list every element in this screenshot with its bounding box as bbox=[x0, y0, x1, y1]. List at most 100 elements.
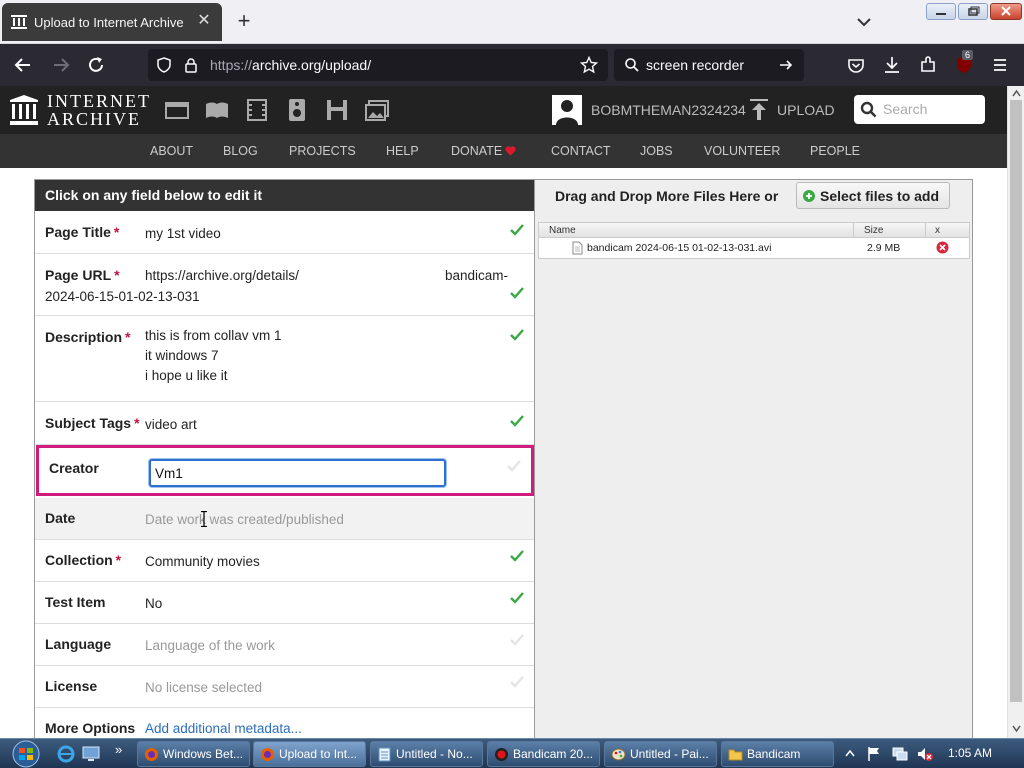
taskbar-task-paint[interactable]: Untitled - Pai... bbox=[604, 741, 717, 767]
window-minimize-button[interactable] bbox=[926, 3, 956, 20]
reload-icon[interactable] bbox=[85, 54, 107, 76]
select-files-button[interactable]: Select files to add bbox=[796, 182, 950, 209]
url-text[interactable]: https://archive.org/upload/ bbox=[210, 57, 371, 73]
subject-tags-value[interactable]: video art bbox=[145, 417, 197, 432]
tab-close-icon[interactable]: ✕ bbox=[194, 11, 214, 31]
downloads-icon[interactable] bbox=[881, 54, 903, 76]
nav-donate[interactable]: DONATE bbox=[451, 144, 502, 158]
test-item-value[interactable]: No bbox=[145, 596, 162, 611]
field-page-title[interactable]: Page Title * my 1st video bbox=[35, 211, 534, 254]
page-title-value[interactable]: my 1st video bbox=[145, 226, 221, 241]
license-placeholder[interactable]: No license selected bbox=[145, 680, 262, 695]
field-license[interactable]: License No license selected bbox=[35, 666, 534, 708]
ublock-extension-button[interactable]: 6 bbox=[953, 50, 977, 78]
column-header-size[interactable]: Size bbox=[864, 225, 883, 236]
field-description[interactable]: Description * this is from collav vm 1 it… bbox=[35, 316, 534, 402]
column-divider bbox=[853, 223, 854, 238]
taskbar-task-bandicam-folder[interactable]: Bandicam bbox=[721, 741, 834, 767]
field-creator[interactable]: Creator bbox=[36, 445, 534, 496]
username[interactable]: BOBMTHEMAN2324234 bbox=[591, 102, 746, 118]
page-scrollbar[interactable] bbox=[1007, 86, 1024, 738]
field-collection[interactable]: Collection * Community movies bbox=[35, 540, 534, 582]
tracking-shield-icon[interactable] bbox=[156, 57, 172, 73]
browser-search-bar[interactable]: screen recorder bbox=[614, 49, 804, 81]
nav-projects[interactable]: PROJECTS bbox=[289, 144, 356, 158]
archive-logo-icon[interactable] bbox=[9, 95, 39, 125]
field-language[interactable]: Language Language of the work bbox=[35, 624, 534, 666]
scroll-up-arrow-icon[interactable] bbox=[1012, 89, 1021, 98]
column-header-name[interactable]: Name bbox=[549, 225, 576, 236]
go-arrow-icon[interactable] bbox=[778, 57, 794, 73]
new-tab-button[interactable]: + bbox=[232, 10, 256, 34]
file-table: Name Size x bandicam 2024-06-15 01-02-13… bbox=[538, 222, 970, 259]
field-test-item[interactable]: Test Item No bbox=[35, 582, 534, 624]
add-metadata-link[interactable]: Add additional metadata... bbox=[145, 721, 302, 736]
field-date[interactable]: Date Date work was created/published bbox=[35, 498, 534, 540]
site-header: INTERNET ARCHIVE BOBMTHEMAN2324234 UPLOA… bbox=[0, 86, 1007, 134]
window-close-button[interactable] bbox=[990, 3, 1022, 20]
show-desktop-icon[interactable] bbox=[82, 745, 100, 763]
window-restore-button[interactable] bbox=[958, 3, 988, 20]
web-media-icon[interactable] bbox=[164, 98, 190, 122]
audio-speaker-icon[interactable] bbox=[284, 98, 310, 122]
field-page-url[interactable]: Page URL * https://archive.org/details/ b… bbox=[35, 254, 534, 316]
lock-icon[interactable] bbox=[184, 57, 198, 73]
nav-about[interactable]: ABOUT bbox=[150, 144, 193, 158]
creator-input[interactable] bbox=[149, 459, 446, 487]
task-label: Bandicam bbox=[747, 747, 801, 761]
nav-people[interactable]: PEOPLE bbox=[810, 144, 860, 158]
software-disk-icon[interactable] bbox=[324, 98, 350, 122]
hamburger-menu-icon[interactable] bbox=[989, 54, 1011, 76]
collection-value[interactable]: Community movies bbox=[145, 554, 260, 569]
scrollbar-thumb[interactable] bbox=[1010, 100, 1022, 702]
nav-blog[interactable]: BLOG bbox=[223, 144, 258, 158]
nav-help[interactable]: HELP bbox=[386, 144, 419, 158]
scroll-down-arrow-icon[interactable] bbox=[1012, 724, 1021, 733]
start-button-windows-icon[interactable] bbox=[8, 739, 44, 768]
bookmark-star-icon[interactable] bbox=[580, 56, 598, 74]
donate-heart-icon[interactable] bbox=[505, 146, 516, 156]
page-url-slug-end[interactable]: 2024-06-15-01-02-13-031 bbox=[45, 289, 200, 304]
remove-file-icon[interactable] bbox=[936, 241, 949, 254]
site-logo-text[interactable]: INTERNET ARCHIVE bbox=[47, 92, 151, 128]
back-arrow-icon[interactable] bbox=[12, 54, 34, 76]
creator-label: Creator bbox=[49, 460, 99, 476]
list-all-tabs-chevron-icon[interactable] bbox=[852, 12, 876, 32]
pocket-icon[interactable] bbox=[845, 54, 867, 76]
user-avatar[interactable] bbox=[552, 95, 582, 125]
address-bar[interactable]: https://archive.org/upload/ bbox=[148, 49, 608, 81]
action-center-flag-icon[interactable] bbox=[866, 746, 882, 762]
texts-book-icon[interactable] bbox=[204, 98, 230, 122]
site-search-placeholder: Search bbox=[883, 101, 928, 117]
taskbar-clock[interactable]: 1:05 AM bbox=[948, 746, 992, 760]
file-drop-zone[interactable]: Drag and Drop More Files Here or Select … bbox=[535, 179, 973, 738]
show-hidden-icons-arrow-icon[interactable] bbox=[845, 749, 855, 757]
browser-tab-active[interactable]: Upload to Internet Archive ✕ bbox=[2, 3, 222, 41]
language-placeholder[interactable]: Language of the work bbox=[145, 638, 275, 653]
description-value[interactable]: this is from collav vm 1 it windows 7 i … bbox=[145, 326, 282, 386]
file-size: 2.9 MB bbox=[867, 242, 901, 254]
taskbar-overflow-chevron[interactable]: » bbox=[115, 742, 122, 757]
nav-jobs[interactable]: JOBS bbox=[640, 144, 673, 158]
date-placeholder[interactable]: Date work was created/published bbox=[145, 512, 344, 527]
network-icon[interactable] bbox=[891, 746, 909, 762]
extensions-puzzle-icon[interactable] bbox=[917, 54, 939, 76]
page-url-slug-start[interactable]: bandicam- bbox=[445, 268, 508, 283]
nav-contact[interactable]: CONTACT bbox=[551, 144, 611, 158]
images-icon[interactable] bbox=[364, 98, 390, 122]
page-url-prefix: https://archive.org/details/ bbox=[145, 268, 299, 283]
taskbar-task-bandicam-recording[interactable]: Bandicam 20... bbox=[487, 741, 600, 767]
volume-muted-icon[interactable] bbox=[916, 746, 934, 762]
field-label: Page Title * bbox=[45, 224, 119, 240]
collection-label: Collection bbox=[45, 552, 113, 568]
taskbar-task-firefox-upload[interactable]: Upload to Int... bbox=[253, 741, 366, 767]
forward-arrow-icon[interactable] bbox=[50, 54, 72, 76]
taskbar-task-notepad[interactable]: Untitled - No... bbox=[370, 741, 483, 767]
site-search-input[interactable]: Search bbox=[854, 95, 985, 124]
nav-volunteer[interactable]: VOLUNTEER bbox=[704, 144, 780, 158]
taskbar-task-firefox-windows[interactable]: Windows Bet... bbox=[137, 741, 250, 767]
internet-explorer-icon[interactable] bbox=[56, 744, 76, 764]
upload-link[interactable]: UPLOAD bbox=[748, 98, 835, 122]
video-film-icon[interactable] bbox=[244, 98, 270, 122]
field-subject-tags[interactable]: Subject Tags * video art bbox=[35, 402, 534, 445]
